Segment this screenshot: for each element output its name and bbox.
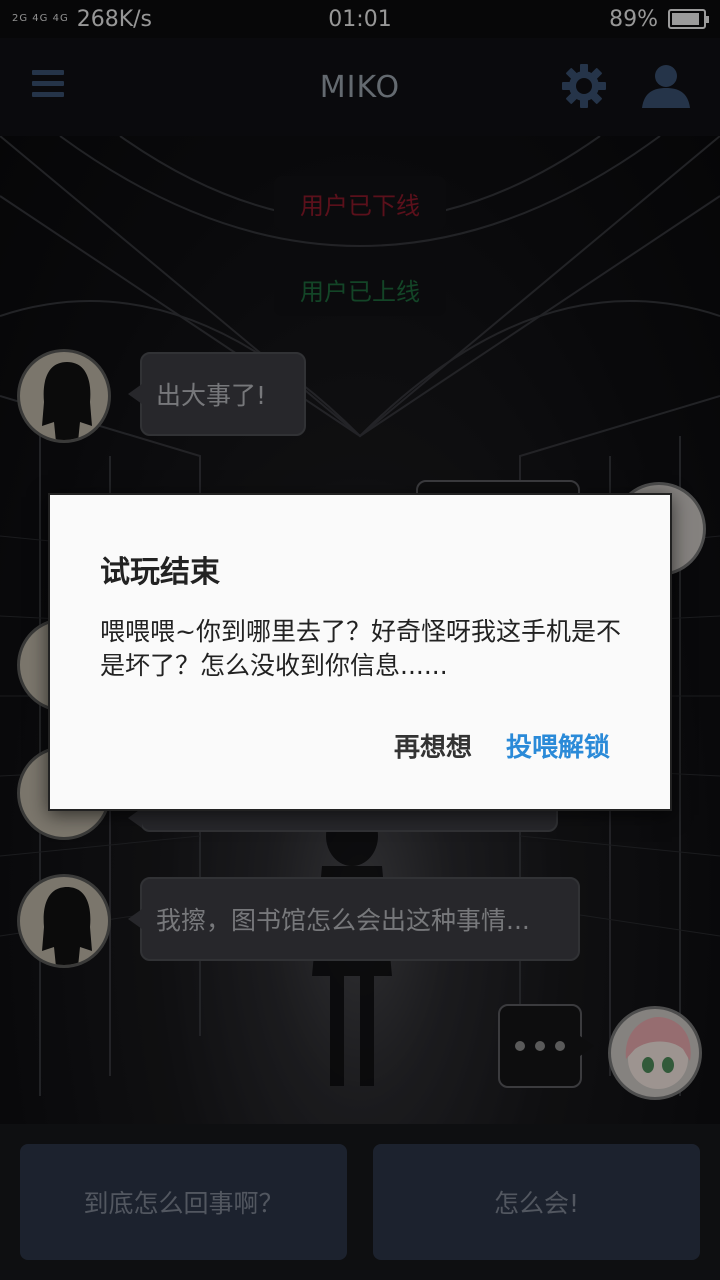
page-title: MIKO (319, 69, 401, 105)
gear-icon[interactable] (560, 62, 608, 110)
status-bar: 2G 4G 4G 268K/s 01:01 89% (0, 0, 720, 38)
cancel-button[interactable]: 再想想 (394, 727, 472, 764)
battery-status: 89% (609, 6, 709, 32)
typing-dots-icon (515, 1041, 565, 1051)
my-avatar[interactable] (608, 1006, 702, 1100)
trial-ended-dialog: 试玩结束 喂喂喂~你到哪里去了？好奇怪呀我这手机是不是坏了？怎么没收到你信息..… (48, 493, 672, 811)
dialog-message: 喂喂喂~你到哪里去了？好奇怪呀我这手机是不是坏了？怎么没收到你信息...... (100, 617, 621, 680)
reply-options: 到底怎么回事啊？ 怎么会! (0, 1124, 720, 1280)
contact-avatar[interactable] (17, 349, 111, 443)
message-bubble[interactable]: 我擦，图书馆怎么会出这种事情... (128, 877, 580, 961)
unlock-button[interactable]: 投喂解锁 (506, 727, 610, 764)
signal-icon: 2G 4G 4G (12, 13, 69, 24)
battery-icon (668, 9, 709, 29)
contact-avatar[interactable] (17, 874, 111, 968)
battery-percent: 89% (609, 6, 658, 32)
reply-option-button[interactable]: 怎么会! (373, 1144, 700, 1260)
reply-option-button[interactable]: 到底怎么回事啊？ (20, 1144, 347, 1260)
system-message-online: 用户已上线 (274, 262, 446, 316)
dialog-title: 试玩结束 (100, 555, 220, 590)
typing-indicator (498, 1004, 594, 1088)
system-message-offline: 用户已下线 (274, 176, 446, 230)
message-text: 出大事了! (156, 381, 267, 410)
hamburger-icon[interactable] (32, 70, 64, 98)
app-bar: MIKO (0, 38, 720, 136)
network-speed: 268K/s (76, 6, 152, 32)
user-icon[interactable] (640, 62, 692, 110)
message-text: 我擦，图书馆怎么会出这种事情... (156, 906, 530, 935)
message-bubble[interactable]: 出大事了! (128, 352, 306, 436)
clock: 01:01 (328, 6, 392, 32)
